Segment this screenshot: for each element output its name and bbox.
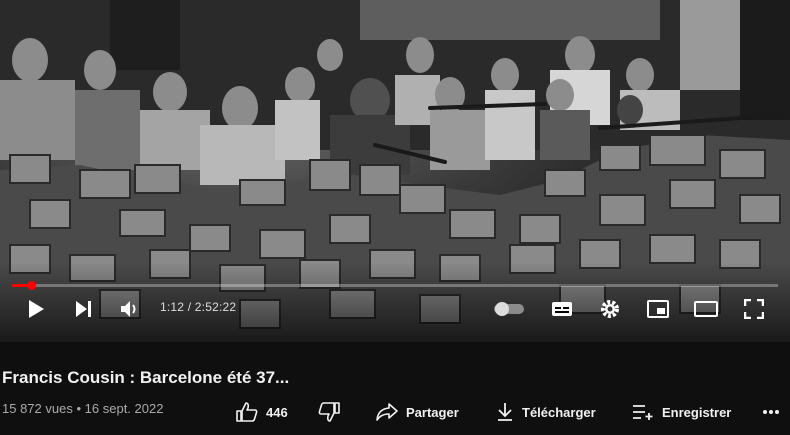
play-button[interactable] bbox=[22, 293, 50, 325]
theater-mode-button[interactable] bbox=[692, 293, 720, 325]
miniplayer-button[interactable] bbox=[644, 293, 672, 325]
download-button[interactable]: Télécharger bbox=[496, 398, 596, 426]
progress-bar[interactable] bbox=[12, 281, 778, 290]
autoplay-toggle-icon bbox=[494, 302, 524, 316]
more-actions-button[interactable] bbox=[762, 398, 788, 426]
download-icon bbox=[498, 403, 512, 421]
fullscreen-button[interactable] bbox=[740, 293, 768, 325]
save-button[interactable]: Enregistrer bbox=[632, 398, 731, 426]
time-separator: / bbox=[187, 300, 192, 314]
volume-icon bbox=[121, 301, 136, 317]
like-button[interactable]: 446 bbox=[236, 398, 288, 426]
time-current: 1:12 bbox=[160, 300, 185, 314]
download-label: Télécharger bbox=[522, 404, 596, 420]
gear-icon bbox=[601, 300, 619, 318]
more-horizontal-icon bbox=[763, 410, 779, 414]
playlist-add-icon bbox=[633, 405, 653, 420]
action-bar: 446 Partager Télécharger Enregistrer bbox=[0, 398, 790, 426]
time-display: 1:12 / 2:52:22 bbox=[160, 300, 236, 314]
fullscreen-icon bbox=[744, 299, 764, 319]
share-button[interactable]: Partager bbox=[376, 398, 459, 426]
video-player[interactable]: 1:12 / 2:52:22 bbox=[0, 0, 790, 342]
save-label: Enregistrer bbox=[662, 404, 732, 420]
time-total: 2:52:22 bbox=[194, 300, 237, 314]
subtitles-button[interactable] bbox=[548, 293, 576, 325]
share-label: Partager bbox=[406, 404, 459, 420]
like-count: 446 bbox=[266, 404, 288, 420]
dislike-button[interactable] bbox=[318, 398, 348, 426]
volume-button[interactable] bbox=[116, 293, 144, 325]
play-icon bbox=[29, 300, 44, 318]
next-button[interactable] bbox=[70, 293, 98, 325]
autoplay-toggle[interactable] bbox=[492, 293, 526, 325]
video-title[interactable]: Francis Cousin : Barcelone été 37... bbox=[2, 368, 289, 388]
theater-mode-icon bbox=[694, 301, 718, 317]
subtitles-icon bbox=[552, 302, 572, 316]
thumbs-down-icon bbox=[318, 402, 340, 422]
thumbs-up-icon bbox=[236, 402, 258, 422]
miniplayer-icon bbox=[647, 300, 669, 318]
share-icon bbox=[376, 403, 398, 421]
skip-next-icon bbox=[76, 301, 91, 317]
settings-button[interactable] bbox=[596, 293, 624, 325]
